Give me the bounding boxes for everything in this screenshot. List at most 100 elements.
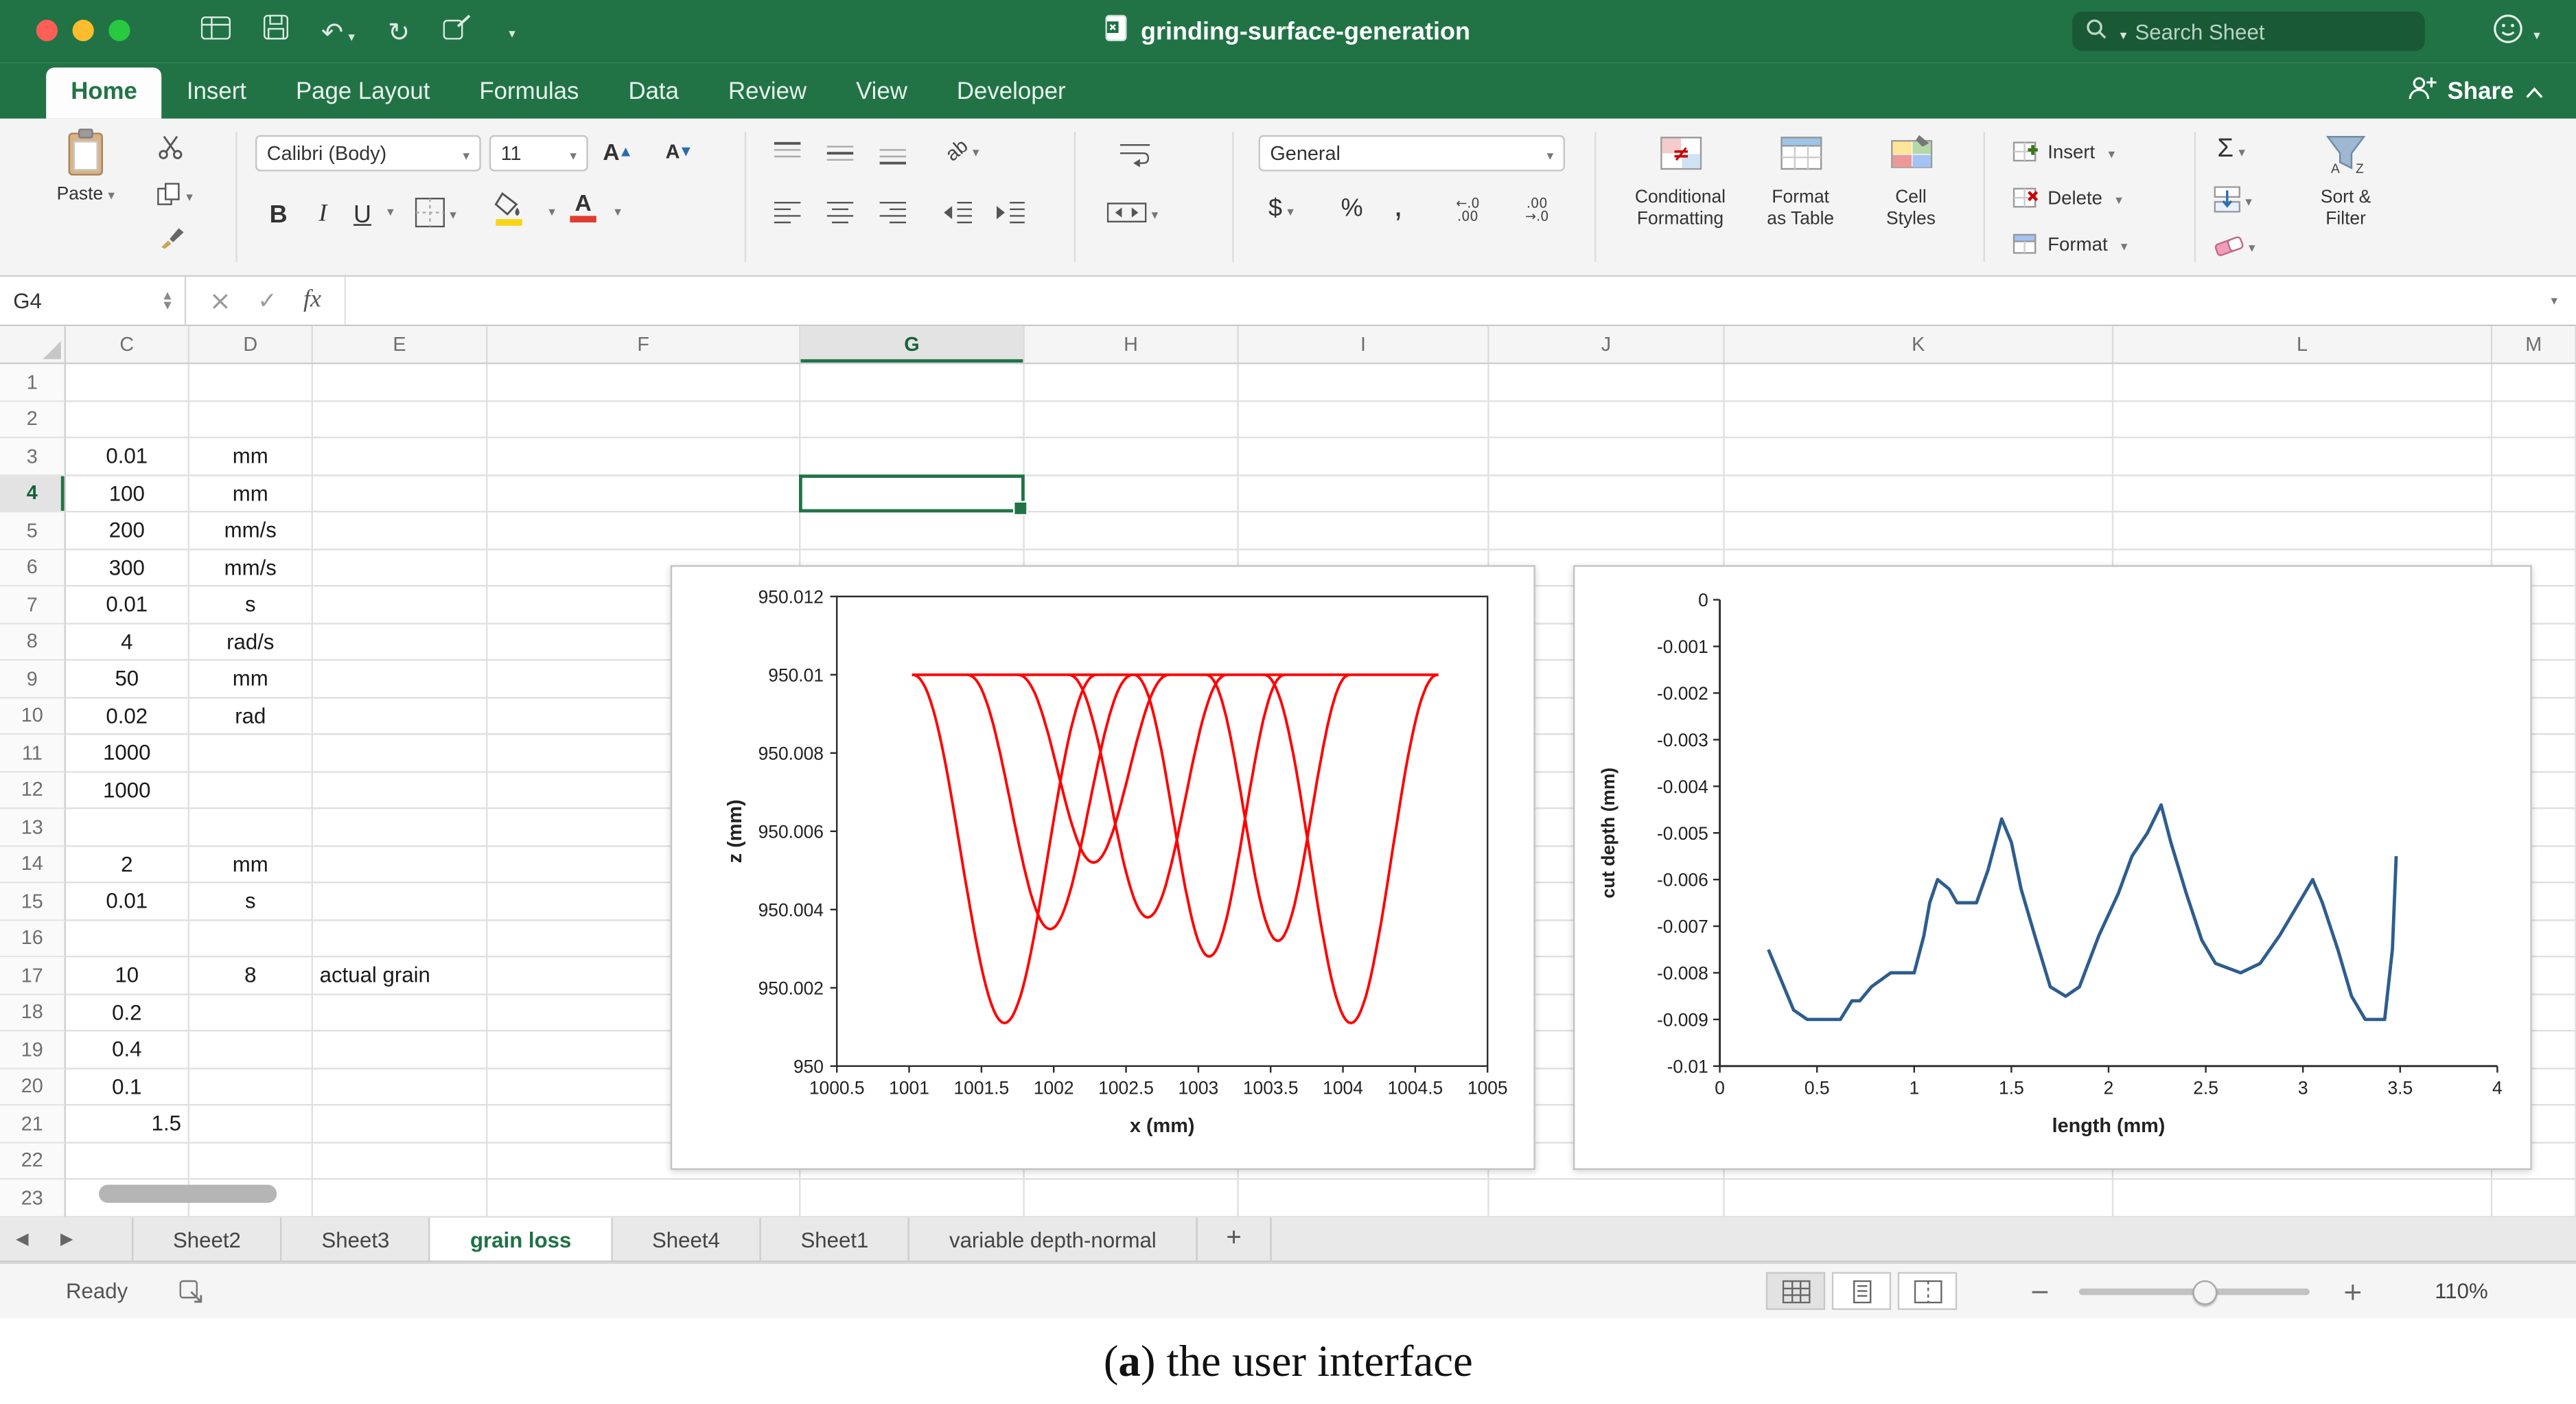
close-window-button[interactable] — [36, 20, 58, 41]
cell-M3[interactable] — [2492, 438, 2576, 475]
decrease-decimal-button[interactable]: .00→.0 — [1509, 198, 1565, 224]
cell-I2[interactable] — [1239, 401, 1489, 438]
cell-E6[interactable] — [313, 549, 487, 586]
cell-E4[interactable] — [313, 475, 487, 512]
cell-J1[interactable] — [1489, 364, 1725, 401]
cell-D21[interactable] — [189, 1105, 313, 1142]
tab-home[interactable]: Home — [46, 67, 162, 118]
cell-K5[interactable] — [1725, 512, 2113, 549]
cell-D13[interactable] — [189, 809, 313, 846]
cell-C22[interactable] — [66, 1142, 189, 1179]
minimize-window-button[interactable] — [73, 20, 94, 41]
row-header-12[interactable]: 12 — [0, 772, 66, 809]
fill-handle[interactable] — [1013, 501, 1028, 516]
cell-C1[interactable] — [66, 364, 189, 401]
formula-bar-expand-icon[interactable] — [2527, 277, 2576, 325]
cell-D19[interactable] — [189, 1031, 313, 1068]
percent-style-button[interactable]: % — [1341, 194, 1363, 222]
merge-center-button[interactable] — [1107, 198, 1158, 227]
cell-K23[interactable] — [1725, 1179, 2113, 1217]
underline-caret-icon[interactable] — [382, 205, 394, 220]
cell-F23[interactable] — [487, 1179, 800, 1217]
wrap-text-button[interactable] — [1117, 139, 1153, 168]
insert-cells-button[interactable]: Insert — [2013, 139, 2115, 168]
increase-indent-button[interactable] — [995, 198, 1028, 227]
cell-K3[interactable] — [1725, 438, 2113, 475]
row-header-5[interactable]: 5 — [0, 512, 66, 549]
tab-view[interactable]: View — [831, 67, 932, 118]
sheet-tab-sheet2[interactable]: Sheet2 — [132, 1218, 282, 1261]
cell-D15[interactable]: s — [189, 883, 313, 920]
row-header-9[interactable]: 9 — [0, 660, 66, 698]
sheet-tab-sheet3[interactable]: Sheet3 — [282, 1218, 430, 1261]
format-cells-button[interactable]: Format — [2013, 231, 2128, 260]
text-orientation-button[interactable]: ab — [946, 135, 979, 165]
stepper-down-icon[interactable]: ▼ — [164, 301, 172, 310]
cell-K2[interactable] — [1725, 401, 2113, 438]
row-header-23[interactable]: 23 — [0, 1179, 66, 1217]
cell-D20[interactable] — [189, 1068, 313, 1105]
cell-J2[interactable] — [1489, 401, 1725, 438]
sheet-tab-sheet4[interactable]: Sheet4 — [612, 1218, 761, 1261]
cell-C11[interactable]: 1000 — [66, 735, 189, 772]
sheet-tab-variable-depth-normal[interactable]: variable depth-normal — [909, 1218, 1197, 1261]
bold-button[interactable]: B — [260, 194, 297, 234]
selected-cell-outline[interactable] — [799, 474, 1025, 512]
cell-E22[interactable] — [313, 1142, 487, 1179]
cell-C10[interactable]: 0.02 — [66, 698, 189, 735]
underline-button[interactable]: U — [346, 194, 379, 234]
column-header-H[interactable]: H — [1025, 326, 1239, 362]
cell-G1[interactable] — [800, 364, 1024, 401]
cell-D10[interactable]: rad — [189, 698, 313, 735]
row-header-22[interactable]: 22 — [0, 1142, 66, 1179]
insert-function-icon[interactable]: fx — [303, 287, 321, 315]
cell-F3[interactable] — [487, 438, 800, 475]
align-top-button[interactable] — [771, 139, 804, 168]
cell-E11[interactable] — [313, 735, 487, 772]
cell-C4[interactable]: 100 — [66, 475, 189, 512]
row-header-1[interactable]: 1 — [0, 364, 66, 401]
align-middle-button[interactable] — [824, 139, 857, 168]
cell-F1[interactable] — [487, 364, 800, 401]
zoom-level-label[interactable]: 110% — [2435, 1278, 2488, 1303]
cell-K4[interactable] — [1725, 475, 2113, 512]
cell-G2[interactable] — [800, 401, 1024, 438]
cell-E13[interactable] — [313, 809, 487, 846]
row-header-20[interactable]: 20 — [0, 1068, 66, 1105]
cell-L1[interactable] — [2113, 364, 2492, 401]
column-header-D[interactable]: D — [189, 326, 313, 362]
column-header-C[interactable]: C — [66, 326, 189, 362]
cell-M23[interactable] — [2492, 1179, 2576, 1217]
row-header-19[interactable]: 19 — [0, 1031, 66, 1068]
cell-L4[interactable] — [2113, 475, 2492, 512]
cell-C18[interactable]: 0.2 — [66, 994, 189, 1031]
cell-C2[interactable] — [66, 401, 189, 438]
zoom-in-button[interactable]: + — [2343, 1277, 2363, 1307]
cell-C8[interactable]: 4 — [66, 623, 189, 660]
font-color-caret-icon[interactable] — [610, 205, 621, 220]
column-header-K[interactable]: K — [1725, 326, 2113, 362]
row-header-4[interactable]: 4 — [0, 475, 66, 512]
row-header-10[interactable]: 10 — [0, 698, 66, 735]
formula-input[interactable] — [346, 277, 2527, 325]
paste-button[interactable]: Paste — [40, 128, 132, 207]
cell-E2[interactable] — [313, 401, 487, 438]
number-format-dropdown[interactable]: General — [1259, 135, 1565, 172]
clear-button[interactable] — [2214, 231, 2255, 260]
share-button[interactable]: Share — [2408, 76, 2544, 107]
cell-G5[interactable] — [800, 512, 1024, 549]
cell-C17[interactable]: 10 — [66, 957, 189, 994]
copy-icon[interactable] — [156, 180, 193, 209]
undo-icon[interactable]: ↶ — [321, 16, 355, 47]
cell-J23[interactable] — [1489, 1179, 1725, 1217]
cell-D17[interactable]: 8 — [189, 957, 313, 994]
cell-D12[interactable] — [189, 772, 313, 809]
tab-page-layout[interactable]: Page Layout — [271, 67, 454, 118]
cell-D5[interactable]: mm/s — [189, 512, 313, 549]
zoom-slider-thumb[interactable] — [2192, 1280, 2217, 1305]
zoom-window-button[interactable] — [108, 20, 130, 41]
cell-E20[interactable] — [313, 1068, 487, 1105]
align-right-button[interactable] — [877, 198, 909, 227]
cell-E5[interactable] — [313, 512, 487, 549]
cell-F4[interactable] — [487, 475, 800, 512]
